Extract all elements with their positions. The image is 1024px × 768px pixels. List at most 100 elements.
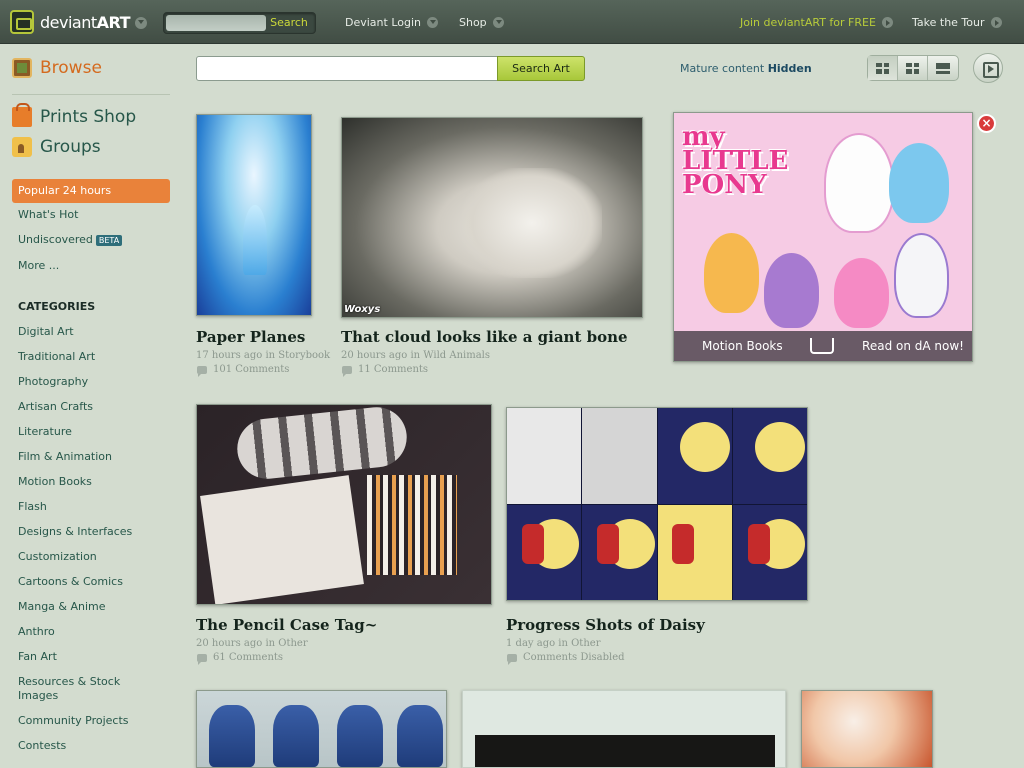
logo-menu-chevron-icon[interactable] bbox=[135, 17, 147, 29]
sidebar-groups[interactable]: Groups bbox=[12, 137, 101, 157]
sidebar-groups-label: Groups bbox=[40, 137, 101, 157]
take-tour-label: Take the Tour bbox=[912, 16, 985, 29]
category-link[interactable]: Traditional Art bbox=[18, 350, 168, 364]
category-link[interactable]: Designs & Interfaces bbox=[18, 525, 168, 539]
sidebar-browse-label: Browse bbox=[40, 58, 102, 78]
grid-small-icon bbox=[876, 62, 889, 74]
close-ad-icon[interactable]: × bbox=[977, 114, 996, 133]
top-search-button[interactable]: Search bbox=[265, 14, 313, 32]
deviation-comments-link[interactable]: 61 Comments bbox=[197, 652, 284, 665]
deviation-thumbnail-pencil-case[interactable] bbox=[196, 404, 492, 605]
logo-text: deviantART bbox=[40, 12, 131, 32]
deviation-title[interactable]: That cloud looks like a giant bone bbox=[341, 328, 628, 346]
figure-shape bbox=[209, 705, 255, 767]
chevron-down-icon bbox=[427, 17, 439, 28]
chevron-right-icon bbox=[990, 17, 1002, 28]
logo[interactable]: deviantART bbox=[10, 9, 131, 35]
deviation-title[interactable]: Paper Planes bbox=[196, 328, 305, 346]
ad-left-text: Motion Books bbox=[702, 339, 783, 353]
category-link[interactable]: Motion Books bbox=[18, 475, 168, 489]
shopping-bag-icon bbox=[12, 103, 32, 127]
ad-character bbox=[704, 233, 759, 313]
deviant-login-link[interactable]: Deviant Login bbox=[345, 16, 439, 29]
category-link[interactable]: Manga & Anime bbox=[18, 600, 168, 614]
progress-panel bbox=[507, 408, 582, 504]
category-link[interactable]: Cartoons & Comics bbox=[18, 575, 168, 589]
deviation-comments-link[interactable]: 11 Comments bbox=[342, 364, 428, 377]
deviation-meta: 20 hours ago in Wild Animals bbox=[341, 350, 490, 361]
pencils-shape bbox=[367, 475, 457, 575]
mature-content-state: Hidden bbox=[767, 62, 812, 75]
comment-bubble-icon bbox=[197, 653, 207, 665]
categories-heading: CATEGORIES bbox=[18, 300, 96, 313]
sidebar-divider bbox=[12, 94, 170, 95]
category-link[interactable]: Film & Animation bbox=[18, 450, 168, 464]
sidebar-browse[interactable]: Browse bbox=[12, 58, 102, 78]
comment-bubble-icon bbox=[342, 365, 352, 377]
sidebar-item-undiscovered[interactable]: Undiscovered BETA bbox=[18, 233, 123, 246]
comments-count: 101 Comments bbox=[213, 364, 290, 375]
deviation-title[interactable]: The Pencil Case Tag~ bbox=[196, 616, 377, 634]
category-link[interactable]: Anthro bbox=[18, 625, 168, 639]
category-link[interactable]: Artisan Crafts bbox=[18, 400, 168, 414]
progress-panel bbox=[732, 504, 807, 600]
figure-shape bbox=[273, 705, 319, 767]
comments-count: Comments Disabled bbox=[523, 652, 625, 663]
search-art-button[interactable]: Search Art bbox=[497, 56, 585, 81]
deviation-meta: 20 hours ago in Other bbox=[196, 638, 308, 649]
mature-content-toggle[interactable]: Mature content Hidden bbox=[680, 62, 812, 75]
view-list-button[interactable] bbox=[928, 56, 958, 80]
ad-character bbox=[889, 143, 949, 223]
category-link[interactable]: Digital Art bbox=[18, 325, 168, 339]
progress-panel bbox=[657, 408, 732, 504]
ad-character bbox=[824, 133, 894, 233]
join-link[interactable]: Join deviantART for FREE bbox=[740, 16, 893, 29]
deviation-thumbnail-pony-figures[interactable] bbox=[196, 690, 447, 768]
view-small-grid-button[interactable] bbox=[868, 56, 898, 80]
deviation-thumbnail-illustration[interactable] bbox=[801, 690, 933, 768]
deviation-thumbnail-cloud-bone[interactable]: Woxys bbox=[341, 117, 643, 318]
view-large-grid-button[interactable] bbox=[898, 56, 928, 80]
category-link[interactable]: Contests bbox=[18, 739, 168, 753]
sidebar: Browse Prints Shop Groups Popular 24 hou… bbox=[0, 44, 186, 768]
deviation-comments-link[interactable]: 101 Comments bbox=[197, 364, 290, 377]
category-link[interactable]: Photography bbox=[18, 375, 168, 389]
browse-icon bbox=[12, 58, 32, 78]
deviation-comments-link[interactable]: Comments Disabled bbox=[507, 652, 625, 665]
sidebar-prints-shop[interactable]: Prints Shop bbox=[12, 103, 136, 127]
open-book-icon bbox=[810, 338, 835, 354]
grid-large-icon bbox=[906, 62, 919, 74]
sidebar-item-popular-24-hours[interactable]: Popular 24 hours bbox=[12, 179, 170, 203]
comment-bubble-icon bbox=[507, 653, 517, 665]
deviation-thumbnail-paper-planes[interactable] bbox=[196, 114, 312, 316]
comments-count: 61 Comments bbox=[213, 652, 284, 663]
comment-bubble-icon bbox=[197, 365, 207, 377]
category-link[interactable]: Community Projects bbox=[18, 714, 168, 728]
ad-logo: my LITTLE PONY bbox=[682, 122, 789, 200]
progress-panel bbox=[732, 408, 807, 504]
sidebar-item-whats-hot[interactable]: What's Hot bbox=[18, 208, 78, 221]
category-link[interactable]: Fan Art bbox=[18, 650, 168, 664]
deviation-title[interactable]: Progress Shots of Daisy bbox=[506, 616, 705, 634]
category-link[interactable]: Resources & Stock Images bbox=[18, 675, 138, 703]
figure-shape bbox=[337, 705, 383, 767]
beta-badge: BETA bbox=[95, 234, 123, 246]
top-search-input[interactable] bbox=[166, 15, 266, 31]
plush-shape bbox=[234, 405, 410, 482]
sidebar-item-more[interactable]: More ... bbox=[18, 259, 59, 272]
deviation-thumbnail-masks[interactable] bbox=[462, 690, 786, 768]
deviation-thumbnail-daisy[interactable] bbox=[506, 407, 808, 601]
art-search-input[interactable] bbox=[196, 56, 498, 81]
ad-banner-my-little-pony[interactable]: my LITTLE PONY Motion Books Read on dA now… bbox=[673, 112, 973, 362]
ad-right-text: Read on dA now! bbox=[862, 339, 964, 353]
category-link[interactable]: Customization bbox=[18, 550, 168, 564]
view-mode-switcher bbox=[867, 55, 959, 81]
list-view-icon bbox=[936, 62, 950, 74]
slideshow-play-button[interactable] bbox=[973, 53, 1003, 83]
ad-character bbox=[834, 258, 889, 328]
figure-shape bbox=[397, 705, 443, 767]
shop-link[interactable]: Shop bbox=[459, 16, 504, 29]
category-link[interactable]: Literature bbox=[18, 425, 168, 439]
take-tour-link[interactable]: Take the Tour bbox=[912, 16, 1002, 29]
category-link[interactable]: Flash bbox=[18, 500, 168, 514]
